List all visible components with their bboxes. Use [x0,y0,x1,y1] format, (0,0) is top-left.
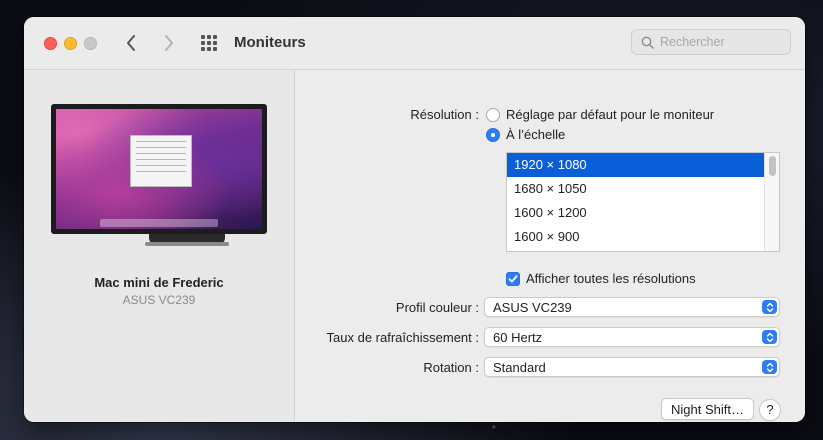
resolution-item[interactable]: 1920 × 1080 [507,153,779,177]
radio-default-indicator[interactable] [486,107,500,122]
refresh-rate-popup[interactable]: 60 Hertz [484,327,780,347]
window-title: Moniteurs [234,34,306,51]
rotation-value: Standard [493,360,546,375]
checkbox-indicator[interactable] [506,271,520,286]
preferences-window: Moniteurs Mac mini de Frederic ASUS VC23… [24,17,805,422]
monitor-screen [56,109,262,229]
night-shift-button[interactable]: Night Shift… [661,398,754,420]
color-profile-label: Profil couleur : [395,300,479,315]
radio-default-resolution[interactable]: Réglage par défaut pour le moniteur [486,107,714,122]
search-icon [641,36,654,49]
color-profile-value: ASUS VC239 [493,300,572,315]
resolution-item[interactable]: 1680 × 1050 [507,177,779,201]
grid-icon [201,35,217,51]
color-profile-popup[interactable]: ASUS VC239 [484,297,780,317]
close-button[interactable] [44,37,57,50]
refresh-rate-label: Taux de rafraîchissement : [326,330,479,345]
radio-scaled-resolution[interactable]: À l’échelle [486,127,565,142]
popup-stepper [762,300,777,314]
search-field[interactable] [631,29,791,55]
popup-stepper [762,330,777,344]
radio-scaled-indicator[interactable] [486,127,500,142]
rotation-popup[interactable]: Standard [484,357,780,377]
radio-default-label: Réglage par défaut pour le moniteur [506,107,715,122]
up-down-chevron-icon [766,302,773,312]
refresh-rate-value: 60 Hertz [493,330,543,345]
monitor-stand-base [145,242,229,246]
checkmark-icon [508,274,518,282]
rotation-label: Rotation : [423,360,479,375]
minimize-button[interactable] [64,37,77,50]
help-button[interactable]: ? [759,399,781,421]
device-model: ASUS VC239 [122,293,196,307]
display-settings-pane: Résolution : Réglage par défaut pour le … [295,70,805,422]
resolution-item[interactable]: 1600 × 1200 [507,201,779,225]
chevron-right-icon [165,35,173,51]
up-down-chevron-icon [766,332,773,342]
display-preview-pane: Mac mini de Frederic ASUS VC239 [24,70,295,422]
monitor-illustration [51,104,267,246]
resolution-item[interactable]: 1600 × 900 [507,225,779,249]
back-button[interactable] [120,31,142,55]
radio-scaled-label: À l’échelle [506,127,566,142]
resolution-list[interactable]: 1920 × 1080 1680 × 1050 1600 × 1200 1600… [506,152,780,252]
show-all-resolutions-checkbox[interactable]: Afficher toutes les résolutions [506,271,696,286]
show-all-resolutions-label: Afficher toutes les résolutions [526,271,696,286]
title-bar: Moniteurs [24,17,805,70]
mini-dock-illustration [100,219,218,227]
zoom-button[interactable] [84,37,97,50]
popup-stepper [762,360,777,374]
scrollbar-thumb[interactable] [769,156,776,176]
resolution-label: Résolution : [410,107,479,122]
device-name: Mac mini de Frederic [94,275,224,290]
search-input[interactable] [660,33,785,51]
resolution-list-scrollbar[interactable] [764,153,779,251]
mini-window-illustration [130,135,192,187]
forward-button[interactable] [158,31,180,55]
show-all-grid-button[interactable] [200,34,218,52]
up-down-chevron-icon [766,362,773,372]
chevron-left-icon [127,35,135,51]
